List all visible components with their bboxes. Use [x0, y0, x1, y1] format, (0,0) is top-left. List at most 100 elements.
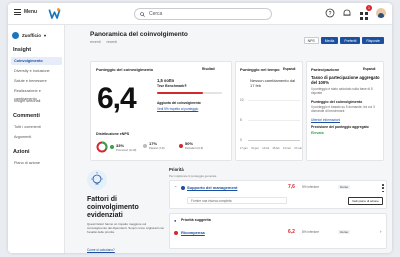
trend-card: Punteggio nel tempo Espandi Nessun cambi…: [235, 61, 303, 161]
top-icons: ? 1: [325, 5, 386, 20]
factor-icon: [174, 231, 178, 235]
priority-subtitle: Per migliorare il punteggio generale: [169, 174, 217, 178]
subtitle-2: recenti: [106, 40, 118, 44]
hamburger-icon: [14, 9, 21, 15]
page-title: Panoramica del coinvolgimento: [90, 31, 188, 38]
search-input[interactable]: Cerca: [134, 8, 272, 20]
trend-x-tick: 28 feb: [272, 147, 280, 150]
trend-y-tick-5: 5: [240, 118, 242, 122]
priority-row[interactable]: ● Priorità suggerita Ricompensa 6,2 8% i…: [169, 213, 387, 249]
search-icon: [140, 11, 145, 17]
sidebar-item-coinvolgimento[interactable]: Coinvolgimento: [11, 57, 62, 65]
factor-name[interactable]: Ricompensa: [181, 230, 205, 235]
featured-factors-title: Fattori di coinvolgimento evidenziati: [87, 196, 139, 219]
trend-x-tick: 31 gen: [251, 147, 259, 150]
company-logo-icon[interactable]: [48, 7, 61, 20]
factor-score: 7,6: [288, 184, 295, 190]
trend-axis: [248, 140, 300, 141]
trend-x-tick: 14 feb: [262, 147, 270, 150]
view-switcher: NPS Media Preferiti Risposte: [303, 37, 384, 44]
apps-button[interactable]: 1: [359, 5, 372, 20]
factor-score-sub: 5% inferiore: [302, 185, 320, 189]
app-window: Menu Cerca ? 1 Zuofficio ▾ Insight Coinv: [8, 3, 392, 253]
results-link[interactable]: Risultati: [202, 67, 215, 71]
bench-sub: Aggiunta del coinvolgimento: [157, 101, 201, 105]
factor-note: Fornire una risorsa completa: [191, 199, 232, 203]
main-content: Panoramica del coinvolgimento recenti re…: [65, 25, 392, 253]
trend-y-tick-0: 0: [240, 138, 242, 142]
factor-score-sub: 8% inferiore: [302, 230, 320, 234]
factor-name[interactable]: Supporto del management: [187, 185, 237, 190]
page-subtitle: recenti recenti: [90, 40, 117, 44]
segment-preferiti[interactable]: Preferiti: [340, 37, 361, 44]
lightbulb-icon: [87, 170, 107, 190]
menu-button[interactable]: Menu: [14, 9, 37, 15]
detractors-label: Detrattori (0-6): [185, 146, 204, 150]
sidebar-item-topics[interactable]: Argomenti: [11, 133, 62, 141]
factor-chip: Uomo: [338, 185, 351, 189]
promoters-dot: [110, 145, 114, 149]
priority-row[interactable]: ⌃ Supporto del management 7,6 5% inferio…: [169, 180, 387, 209]
sidebar-section-actions: Azioni: [13, 149, 30, 155]
participation-section-2-text: Il punteggio è basato su 5 domande, tra …: [311, 105, 375, 113]
sidebar-item-diversity[interactable]: Diversity e inclusione: [11, 67, 62, 75]
more-options-icon[interactable]: [382, 184, 384, 192]
company-selector[interactable]: Zuofficio ▾: [12, 29, 61, 41]
avatar[interactable]: [376, 8, 386, 18]
dist-promoters: 33% Promotori (9-10): [96, 141, 136, 153]
participation-sub: Il punteggio è stato calcolato sulla bas…: [311, 87, 373, 95]
sidebar: Zuofficio ▾ Insight Coinvolgimento Diver…: [8, 25, 65, 253]
expand-chevron-icon[interactable]: ⌃: [174, 185, 177, 190]
participation-section-2: Punteggio del coinvolgimento: [311, 100, 363, 104]
trend-y-tick-10: 10: [240, 98, 244, 102]
promoters-pct: 33%: [116, 142, 125, 148]
featured-factors-panel: Fattori di coinvolgimento evidenziati Qu…: [87, 166, 167, 253]
factor-note-box: Fornire una risorsa completa: [187, 197, 287, 204]
featured-factors-text: Questi fattori hanno un impatto maggiore…: [87, 222, 165, 234]
trend-expand-button[interactable]: Espandi: [283, 67, 295, 71]
bench-bar-fill: [157, 92, 203, 94]
distribution-label: Distribuzione eNPS: [96, 132, 130, 136]
participation-section-3-value: Elevata: [311, 131, 324, 135]
notification-badge: 1: [366, 5, 372, 11]
sidebar-item-all-comments[interactable]: Tutti i commenti: [11, 123, 62, 131]
passives-dot: [143, 143, 147, 148]
engagement-title: Punteggio del coinvolgimento: [96, 67, 154, 72]
trend-gridline: [248, 120, 300, 121]
participation-info-link[interactable]: Ulteriori informazioni: [311, 118, 340, 122]
view-action-plan-button[interactable]: Vedi piano di azione: [348, 197, 383, 205]
help-icon[interactable]: ?: [325, 8, 335, 18]
participation-expand-button[interactable]: Espandi: [363, 67, 375, 71]
bench-value: 1,5 sotto: [157, 78, 175, 83]
menu-label: Menu: [24, 9, 38, 15]
chevron-down-icon: ▾: [44, 32, 47, 38]
featured-factors-link[interactable]: Come si calcolano?: [87, 248, 115, 252]
top-bar: Menu Cerca ? 1: [8, 3, 392, 25]
factor-chip: Uomo: [338, 230, 351, 234]
trend-x-ticks: 17 gen 31 gen 14 feb 28 feb 13 mar 27 ma…: [240, 147, 302, 150]
suggested-label: Priorità suggerita: [181, 218, 211, 222]
sidebar-item-realizzazione[interactable]: Realizzazione e cambiamento: [11, 87, 62, 101]
search-placeholder: Cerca: [149, 11, 163, 17]
participation-headline: Tasso di partecipazione aggregato del 10…: [311, 75, 380, 85]
company-name: Zuofficio: [22, 32, 41, 38]
passives-label: Passivi (7-8): [149, 146, 165, 150]
info-icon: ●: [174, 218, 177, 223]
trend-gridline: [248, 100, 300, 101]
sidebar-item-settoriali[interactable]: Insight settoriali: [11, 97, 62, 105]
segment-media[interactable]: Media: [320, 37, 339, 44]
chevron-right-icon[interactable]: ›: [380, 229, 382, 234]
sidebar-item-salute[interactable]: Salute e benessere: [11, 77, 62, 85]
segment-nps[interactable]: NPS: [303, 37, 319, 44]
detractors-dot: [179, 143, 183, 148]
dist-detractors: 50% Detrattori (0-6): [179, 141, 203, 150]
bench-sub-link[interactable]: Vedi 5% rispetto al punteggio: [157, 107, 198, 111]
engagement-score: 6,4: [97, 82, 137, 115]
segment-risposte[interactable]: Risposte: [362, 37, 384, 44]
trend-title: Punteggio nel tempo: [240, 67, 280, 72]
participation-card: Partecipazione Espandi Tasso di partecip…: [306, 61, 384, 161]
company-icon: [12, 31, 19, 39]
bell-icon[interactable]: [342, 8, 352, 18]
sidebar-item-action-plan[interactable]: Piano di azione: [11, 159, 62, 167]
trend-x-tick: 27 mar: [294, 147, 302, 150]
